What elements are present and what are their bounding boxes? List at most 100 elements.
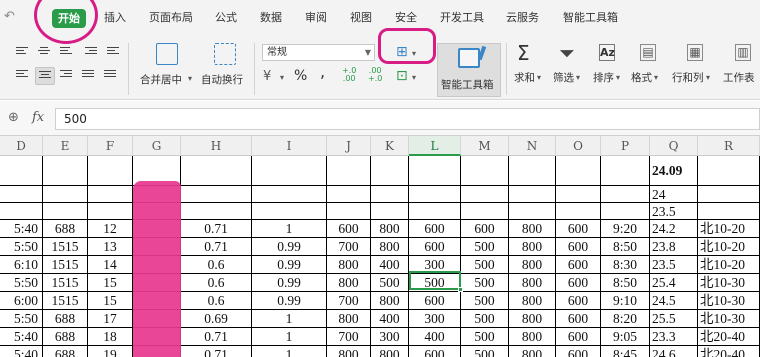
tab-view[interactable]: 视图 [350, 10, 372, 26]
tab-page-layout[interactable]: 页面布局 [149, 10, 193, 26]
cell-f[interactable]: 14 [88, 256, 133, 274]
column-header-g[interactable]: G [133, 136, 181, 156]
column-header-q[interactable]: Q [650, 136, 698, 156]
cell-l[interactable]: 300 [409, 310, 461, 328]
tab-formulas[interactable]: 公式 [215, 10, 237, 26]
align-middle-button[interactable] [35, 44, 55, 62]
tab-security[interactable]: 安全 [395, 10, 417, 26]
cell-l[interactable]: 600 [409, 346, 461, 357]
cell-f[interactable]: 18 [88, 328, 133, 346]
cell-o[interactable]: 600 [556, 256, 601, 274]
cell-q[interactable]: 23.3 [650, 328, 698, 346]
cell-j[interactable]: 800 [327, 346, 371, 357]
smart-toolbox-button[interactable]: 智能工具箱 [437, 43, 501, 97]
align-right-button[interactable] [57, 67, 77, 85]
tab-cloud[interactable]: 云服务 [506, 10, 539, 26]
cell-o-header[interactable] [556, 203, 601, 220]
cell-e[interactable]: 1515 [43, 292, 88, 310]
cell-h[interactable]: 0.69 [181, 310, 252, 328]
cell-l-header[interactable] [409, 186, 461, 203]
align-top-button[interactable] [13, 44, 33, 62]
distributed-button[interactable] [101, 67, 121, 85]
cell-o[interactable]: 600 [556, 346, 601, 357]
indent-increase-button[interactable] [104, 44, 124, 62]
cell-q[interactable]: 24.6 [650, 346, 698, 357]
tab-developer[interactable]: 开发工具 [440, 10, 484, 26]
filter-button[interactable]: 筛选 [553, 70, 574, 85]
cell-i[interactable]: 1 [252, 346, 327, 357]
cell-m-header[interactable] [461, 156, 509, 186]
filter-icon[interactable]: ⏷ [559, 42, 575, 64]
increase-decimal-button[interactable]: +.0 .00 [342, 67, 356, 83]
cell-n[interactable]: 800 [509, 292, 556, 310]
wrap-text-icon[interactable] [214, 43, 236, 65]
cell-e-header[interactable] [43, 156, 88, 186]
cell-d[interactable]: 5:50 [0, 238, 43, 256]
tab-insert[interactable]: 插入 [104, 10, 126, 26]
cell-j[interactable]: 700 [327, 328, 371, 346]
cell-k[interactable]: 400 [371, 310, 409, 328]
selected-cell-l[interactable] [409, 271, 461, 290]
cell-k[interactable]: 500 [371, 274, 409, 292]
chevron-down-icon[interactable]: ▾ [706, 71, 710, 85]
cell-f-header[interactable] [88, 186, 133, 203]
cell-d-header[interactable] [0, 156, 43, 186]
number-format-select[interactable]: 常规 ▼ [262, 44, 375, 61]
merge-center-icon[interactable] [156, 43, 178, 65]
cell-i[interactable]: 0.99 [252, 274, 327, 292]
cell-q[interactable]: 23.5 [650, 256, 698, 274]
cell-e[interactable]: 1515 [43, 274, 88, 292]
cell-q-header[interactable]: 24 [650, 186, 698, 203]
cell-n[interactable]: 800 [509, 328, 556, 346]
cell-j-header[interactable] [327, 186, 371, 203]
cell-p[interactable]: 8:20 [601, 310, 650, 328]
cell-n-header[interactable] [509, 203, 556, 220]
cell-o[interactable]: 600 [556, 238, 601, 256]
align-center-button[interactable] [35, 67, 55, 85]
cell-q-header[interactable]: 23.5 [650, 203, 698, 220]
cell-m[interactable]: 500 [461, 238, 509, 256]
cell-r[interactable]: 北10-20 [698, 256, 760, 274]
cell-o[interactable]: 600 [556, 328, 601, 346]
cell-j[interactable]: 800 [327, 274, 371, 292]
cell-h-header[interactable] [181, 156, 252, 186]
column-header-r[interactable]: R [698, 136, 760, 156]
cell-d[interactable]: 5:50 [0, 310, 43, 328]
cell-h[interactable]: 0.71 [181, 220, 252, 238]
align-left-button[interactable] [13, 67, 33, 85]
cell-r-header[interactable] [698, 186, 760, 203]
cell-n-header[interactable] [509, 186, 556, 203]
cell-n[interactable]: 800 [509, 274, 556, 292]
chevron-down-icon[interactable]: ▾ [654, 71, 658, 85]
cell-m[interactable]: 500 [461, 274, 509, 292]
tab-data[interactable]: 数据 [260, 10, 282, 26]
sum-button[interactable]: 求和 [514, 70, 535, 85]
cell-e[interactable]: 688 [43, 220, 88, 238]
cell-k[interactable]: 400 [371, 256, 409, 274]
cell-h[interactable]: 0.71 [181, 328, 252, 346]
cell-k[interactable]: 800 [371, 220, 409, 238]
cell-o[interactable]: 600 [556, 220, 601, 238]
cell-q-header[interactable]: 24.09 [650, 156, 698, 186]
column-header-o[interactable]: O [556, 136, 601, 156]
cell-n[interactable]: 800 [509, 256, 556, 274]
cell-i[interactable]: 1 [252, 220, 327, 238]
cell-f[interactable]: 12 [88, 220, 133, 238]
chevron-down-icon[interactable]: ▾ [412, 71, 416, 85]
cell-o[interactable]: 600 [556, 274, 601, 292]
cell-m[interactable]: 600 [461, 220, 509, 238]
cell-d[interactable]: 6:00 [0, 292, 43, 310]
cell-n[interactable]: 800 [509, 310, 556, 328]
cell-j-header[interactable] [327, 203, 371, 220]
cell-n[interactable]: 800 [509, 220, 556, 238]
merge-center-button[interactable]: 合并居中 [140, 72, 182, 87]
cell-r-header[interactable] [698, 156, 760, 186]
worksheet-button[interactable]: 工作表 [723, 70, 755, 85]
cell-e[interactable]: 1515 [43, 238, 88, 256]
chevron-down-icon[interactable]: ▾ [188, 72, 192, 86]
cell-i-header[interactable] [252, 186, 327, 203]
cell-f-header[interactable] [88, 203, 133, 220]
cell-p[interactable]: 8:50 [601, 274, 650, 292]
decrease-decimal-button[interactable]: .00 +.0 [368, 67, 382, 83]
cell-p[interactable]: 9:05 [601, 328, 650, 346]
